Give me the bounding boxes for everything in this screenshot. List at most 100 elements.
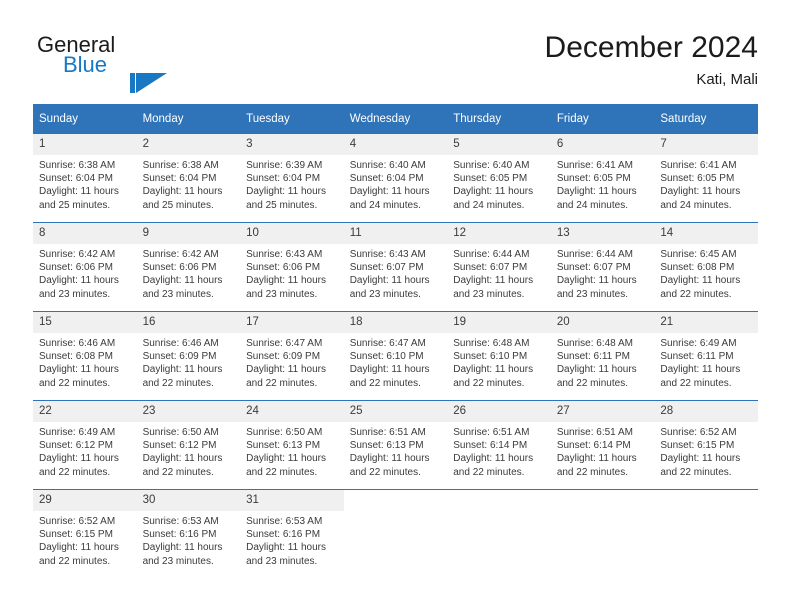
calendar-day-cell[interactable]: 1 Sunrise: 6:38 AM Sunset: 6:04 PM Dayli… xyxy=(33,134,137,223)
dow-header-saturday: Saturday xyxy=(654,104,758,134)
calendar-day-cell[interactable]: 11 Sunrise: 6:43 AM Sunset: 6:07 PM Dayl… xyxy=(343,222,448,312)
page-header: General Blue December 2024 Kati, Mali xyxy=(0,0,792,100)
calendar-day-cell[interactable]: 22 Sunrise: 6:49 AM Sunset: 6:12 PM Dayl… xyxy=(33,400,137,490)
calendar-day-cell[interactable]: 20 Sunrise: 6:48 AM Sunset: 6:11 PM Dayl… xyxy=(550,311,655,401)
calendar-day-cell[interactable]: 4 Sunrise: 6:40 AM Sunset: 6:04 PM Dayli… xyxy=(343,134,448,223)
daylight-text-line1: Daylight: 11 hours xyxy=(453,275,534,287)
sunrise-text: Sunrise: 6:45 AM xyxy=(660,249,737,260)
daylight-text-line1: Daylight: 11 hours xyxy=(349,364,430,376)
day-details: Sunrise: 6:48 AM Sunset: 6:11 PM Dayligh… xyxy=(551,333,655,390)
sunset-text: Sunset: 6:11 PM xyxy=(556,351,631,363)
daylight-text-line2: and 23 minutes. xyxy=(39,288,111,300)
sunset-text: Sunset: 6:14 PM xyxy=(556,440,631,452)
day-details: Sunrise: 6:50 AM Sunset: 6:12 PM Dayligh… xyxy=(137,422,241,479)
calendar-day-cell[interactable]: 31 Sunrise: 6:53 AM Sunset: 6:16 PM Dayl… xyxy=(240,489,344,578)
calendar-day-cell[interactable]: 24 Sunrise: 6:50 AM Sunset: 6:13 PM Dayl… xyxy=(240,400,344,490)
calendar-day-cell[interactable]: 14 Sunrise: 6:45 AM Sunset: 6:08 PM Dayl… xyxy=(654,222,758,312)
sunrise-text: Sunrise: 6:53 AM xyxy=(246,516,323,527)
calendar-day-cell[interactable]: 6 Sunrise: 6:41 AM Sunset: 6:05 PM Dayli… xyxy=(550,134,655,223)
daylight-text-line2: and 22 minutes. xyxy=(142,466,214,478)
calendar-week-row: 22 Sunrise: 6:49 AM Sunset: 6:12 PM Dayl… xyxy=(33,400,758,490)
day-details: Sunrise: 6:50 AM Sunset: 6:13 PM Dayligh… xyxy=(240,422,344,479)
calendar-day-cell[interactable]: 15 Sunrise: 6:46 AM Sunset: 6:08 PM Dayl… xyxy=(33,311,137,401)
calendar-day-cell[interactable]: 25 Sunrise: 6:51 AM Sunset: 6:13 PM Dayl… xyxy=(343,400,448,490)
logo-text-blue: Blue xyxy=(63,52,108,77)
day-details: Sunrise: 6:44 AM Sunset: 6:07 PM Dayligh… xyxy=(551,244,655,301)
daylight-text-line1: Daylight: 11 hours xyxy=(349,275,430,287)
day-details: Sunrise: 6:53 AM Sunset: 6:16 PM Dayligh… xyxy=(240,511,344,568)
sunrise-text: Sunrise: 6:42 AM xyxy=(39,249,116,260)
calendar-day-cell[interactable]: 9 Sunrise: 6:42 AM Sunset: 6:06 PM Dayli… xyxy=(136,222,241,312)
calendar-day-cell[interactable]: 12 Sunrise: 6:44 AM Sunset: 6:07 PM Dayl… xyxy=(447,222,551,312)
day-details: Sunrise: 6:39 AM Sunset: 6:04 PM Dayligh… xyxy=(240,155,344,212)
day-number xyxy=(550,490,655,511)
calendar-week-row: 1 Sunrise: 6:38 AM Sunset: 6:04 PM Dayli… xyxy=(33,134,758,223)
daylight-text-line1: Daylight: 11 hours xyxy=(142,542,223,554)
calendar-day-cell[interactable]: 10 Sunrise: 6:43 AM Sunset: 6:06 PM Dayl… xyxy=(240,222,344,312)
day-number: 6 xyxy=(550,134,655,155)
day-details: Sunrise: 6:44 AM Sunset: 6:07 PM Dayligh… xyxy=(447,244,551,301)
calendar-day-cell[interactable]: 21 Sunrise: 6:49 AM Sunset: 6:11 PM Dayl… xyxy=(654,311,758,401)
calendar-day-cell[interactable]: 29 Sunrise: 6:52 AM Sunset: 6:15 PM Dayl… xyxy=(33,489,137,578)
day-number: 23 xyxy=(136,401,241,422)
daylight-text-line1: Daylight: 11 hours xyxy=(660,186,741,198)
calendar-day-cell[interactable]: 30 Sunrise: 6:53 AM Sunset: 6:16 PM Dayl… xyxy=(136,489,241,578)
day-number: 30 xyxy=(136,490,241,511)
day-number: 27 xyxy=(550,401,655,422)
calendar-day-cell[interactable]: 16 Sunrise: 6:46 AM Sunset: 6:09 PM Dayl… xyxy=(136,311,241,401)
calendar-day-cell[interactable]: 23 Sunrise: 6:50 AM Sunset: 6:12 PM Dayl… xyxy=(136,400,241,490)
day-number: 3 xyxy=(240,134,344,155)
general-blue-logo[interactable]: General Blue xyxy=(34,33,264,93)
calendar-day-cell[interactable]: 8 Sunrise: 6:42 AM Sunset: 6:06 PM Dayli… xyxy=(33,222,137,312)
daylight-text-line1: Daylight: 11 hours xyxy=(39,186,119,198)
sunrise-text: Sunrise: 6:50 AM xyxy=(142,427,219,438)
calendar-day-cell[interactable]: 19 Sunrise: 6:48 AM Sunset: 6:10 PM Dayl… xyxy=(447,311,551,401)
calendar-day-cell-empty xyxy=(343,489,448,578)
day-number: 14 xyxy=(654,223,758,244)
sunrise-text: Sunrise: 6:46 AM xyxy=(39,338,116,349)
daylight-text-line1: Daylight: 11 hours xyxy=(246,542,326,554)
day-details: Sunrise: 6:51 AM Sunset: 6:14 PM Dayligh… xyxy=(551,422,655,479)
day-details: Sunrise: 6:45 AM Sunset: 6:08 PM Dayligh… xyxy=(654,244,758,301)
logo-bar-shape xyxy=(130,73,135,93)
calendar-day-cell[interactable]: 7 Sunrise: 6:41 AM Sunset: 6:05 PM Dayli… xyxy=(654,134,758,223)
calendar-day-cell[interactable]: 3 Sunrise: 6:39 AM Sunset: 6:04 PM Dayli… xyxy=(240,134,344,223)
day-number: 8 xyxy=(33,223,137,244)
day-number: 2 xyxy=(136,134,241,155)
dow-header-monday: Monday xyxy=(136,104,241,134)
sunset-text: Sunset: 6:04 PM xyxy=(246,173,321,185)
calendar-day-cell[interactable]: 13 Sunrise: 6:44 AM Sunset: 6:07 PM Dayl… xyxy=(550,222,655,312)
day-details: Sunrise: 6:40 AM Sunset: 6:04 PM Dayligh… xyxy=(344,155,448,212)
calendar-day-cell[interactable]: 26 Sunrise: 6:51 AM Sunset: 6:14 PM Dayl… xyxy=(447,400,551,490)
day-details: Sunrise: 6:43 AM Sunset: 6:07 PM Dayligh… xyxy=(344,244,448,301)
sunset-text: Sunset: 6:04 PM xyxy=(39,173,113,185)
calendar-day-cell[interactable]: 2 Sunrise: 6:38 AM Sunset: 6:04 PM Dayli… xyxy=(136,134,241,223)
page-subtitle-location: Kati, Mali xyxy=(696,71,758,88)
daylight-text-line2: and 22 minutes. xyxy=(39,466,111,478)
calendar-day-cell[interactable]: 27 Sunrise: 6:51 AM Sunset: 6:14 PM Dayl… xyxy=(550,400,655,490)
daylight-text-line1: Daylight: 11 hours xyxy=(39,364,119,376)
day-details: Sunrise: 6:38 AM Sunset: 6:04 PM Dayligh… xyxy=(137,155,241,212)
daylight-text-line2: and 22 minutes. xyxy=(556,377,628,389)
logo-triangle-shape xyxy=(136,73,167,93)
calendar-day-cell[interactable]: 18 Sunrise: 6:47 AM Sunset: 6:10 PM Dayl… xyxy=(343,311,448,401)
daylight-text-line1: Daylight: 11 hours xyxy=(349,186,430,198)
calendar-day-cell[interactable]: 5 Sunrise: 6:40 AM Sunset: 6:05 PM Dayli… xyxy=(447,134,551,223)
sunset-text: Sunset: 6:08 PM xyxy=(660,262,735,274)
day-number: 18 xyxy=(343,312,448,333)
logo-triangle-icon xyxy=(130,72,168,96)
day-details: Sunrise: 6:49 AM Sunset: 6:11 PM Dayligh… xyxy=(654,333,758,390)
sunset-text: Sunset: 6:06 PM xyxy=(39,262,113,274)
day-details: Sunrise: 6:46 AM Sunset: 6:09 PM Dayligh… xyxy=(137,333,241,390)
daylight-text-line2: and 22 minutes. xyxy=(142,377,214,389)
sunset-text: Sunset: 6:13 PM xyxy=(246,440,321,452)
dow-header-thursday: Thursday xyxy=(447,104,551,134)
daylight-text-line1: Daylight: 11 hours xyxy=(39,453,119,465)
day-details: Sunrise: 6:46 AM Sunset: 6:08 PM Dayligh… xyxy=(33,333,137,390)
day-details: Sunrise: 6:41 AM Sunset: 6:05 PM Dayligh… xyxy=(654,155,758,212)
calendar-day-cell[interactable]: 28 Sunrise: 6:52 AM Sunset: 6:15 PM Dayl… xyxy=(654,400,758,490)
calendar-day-cell[interactable]: 17 Sunrise: 6:47 AM Sunset: 6:09 PM Dayl… xyxy=(240,311,344,401)
sunrise-text: Sunrise: 6:40 AM xyxy=(453,160,530,171)
sunrise-text: Sunrise: 6:50 AM xyxy=(246,427,323,438)
daylight-text-line2: and 24 minutes. xyxy=(660,199,732,211)
